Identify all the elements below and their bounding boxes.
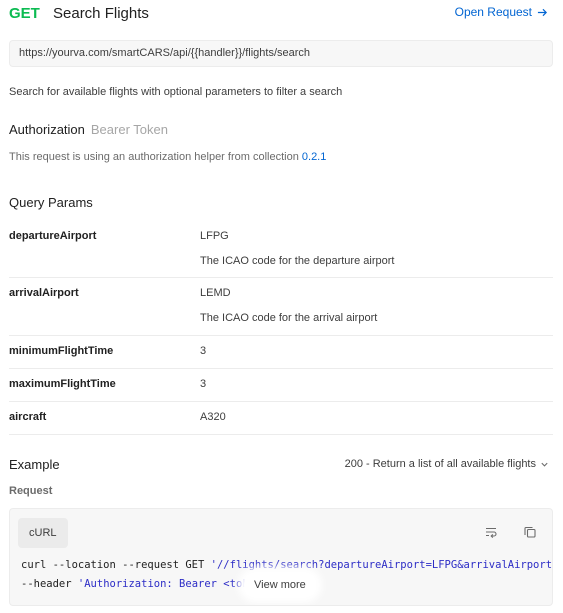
- param-value: A320: [200, 411, 226, 423]
- code-line-1: curl --location --request GET '//flights…: [21, 559, 553, 571]
- param-name: aircraft: [9, 411, 47, 423]
- request-header: GET Search Flights Open Request: [9, 4, 554, 24]
- param-row-arrival-airport: arrivalAirport LEMD The ICAO code for th…: [9, 278, 553, 336]
- authorization-header: Authorization Bearer Token: [9, 122, 168, 137]
- request-title: Search Flights: [53, 5, 149, 22]
- open-request-label: Open Request: [454, 5, 532, 19]
- example-title: Example: [9, 457, 60, 472]
- param-value: 3: [200, 345, 207, 357]
- param-name: minimumFlightTime: [9, 345, 114, 357]
- view-more-button[interactable]: View more: [244, 573, 316, 597]
- param-row-aircraft: aircraft A320: [9, 402, 553, 435]
- param-description: The ICAO code for the arrival airport: [200, 312, 378, 324]
- code-line-2: --header 'Authorization: Bearer <token>': [21, 578, 274, 590]
- code-command: curl --location --request GET: [21, 559, 211, 571]
- param-value: LEMD: [200, 287, 231, 299]
- param-value: 3: [200, 378, 207, 390]
- collection-version-link[interactable]: 0.2.1: [302, 151, 326, 163]
- wrap-lines-icon[interactable]: [484, 525, 498, 539]
- code-url-string: '//flights/search?departureAirport=LFPG&…: [210, 559, 553, 571]
- param-name: departureAirport: [9, 230, 97, 242]
- chevron-down-icon: [541, 462, 548, 467]
- param-value: LFPG: [200, 230, 229, 242]
- param-name: maximumFlightTime: [9, 378, 116, 390]
- code-snippet: cURL curl --location --request GET '//fl…: [9, 508, 553, 606]
- copy-icon[interactable]: [523, 525, 537, 539]
- query-params-table: departureAirport LFPG The ICAO code for …: [9, 220, 553, 435]
- http-method-badge: GET: [9, 5, 40, 22]
- request-url[interactable]: https://yourva.com/smartCARS/api/{{handl…: [9, 40, 553, 67]
- query-params-title: Query Params: [9, 195, 93, 210]
- arrow-right-icon: [537, 8, 548, 16]
- authorization-note-text: This request is using an authorization h…: [9, 151, 299, 163]
- param-row-maximum-flight-time: maximumFlightTime 3: [9, 369, 553, 402]
- authorization-note: This request is using an authorization h…: [9, 151, 326, 163]
- example-response-label: 200 - Return a list of all available fli…: [344, 458, 536, 470]
- param-row-departure-airport: departureAirport LFPG The ICAO code for …: [9, 220, 553, 278]
- request-description: Search for available flights with option…: [9, 86, 343, 98]
- param-row-minimum-flight-time: minimumFlightTime 3: [9, 336, 553, 369]
- param-name: arrivalAirport: [9, 287, 79, 299]
- authorization-type: Bearer Token: [90, 122, 168, 137]
- code-command: --header: [21, 578, 78, 590]
- language-selector[interactable]: cURL: [18, 518, 68, 548]
- open-request-link[interactable]: Open Request: [455, 5, 548, 19]
- param-description: The ICAO code for the departure airport: [200, 255, 395, 267]
- example-response-dropdown[interactable]: 200 - Return a list of all available fli…: [345, 458, 549, 470]
- authorization-title: Authorization: [9, 122, 85, 137]
- request-label: Request: [9, 485, 53, 497]
